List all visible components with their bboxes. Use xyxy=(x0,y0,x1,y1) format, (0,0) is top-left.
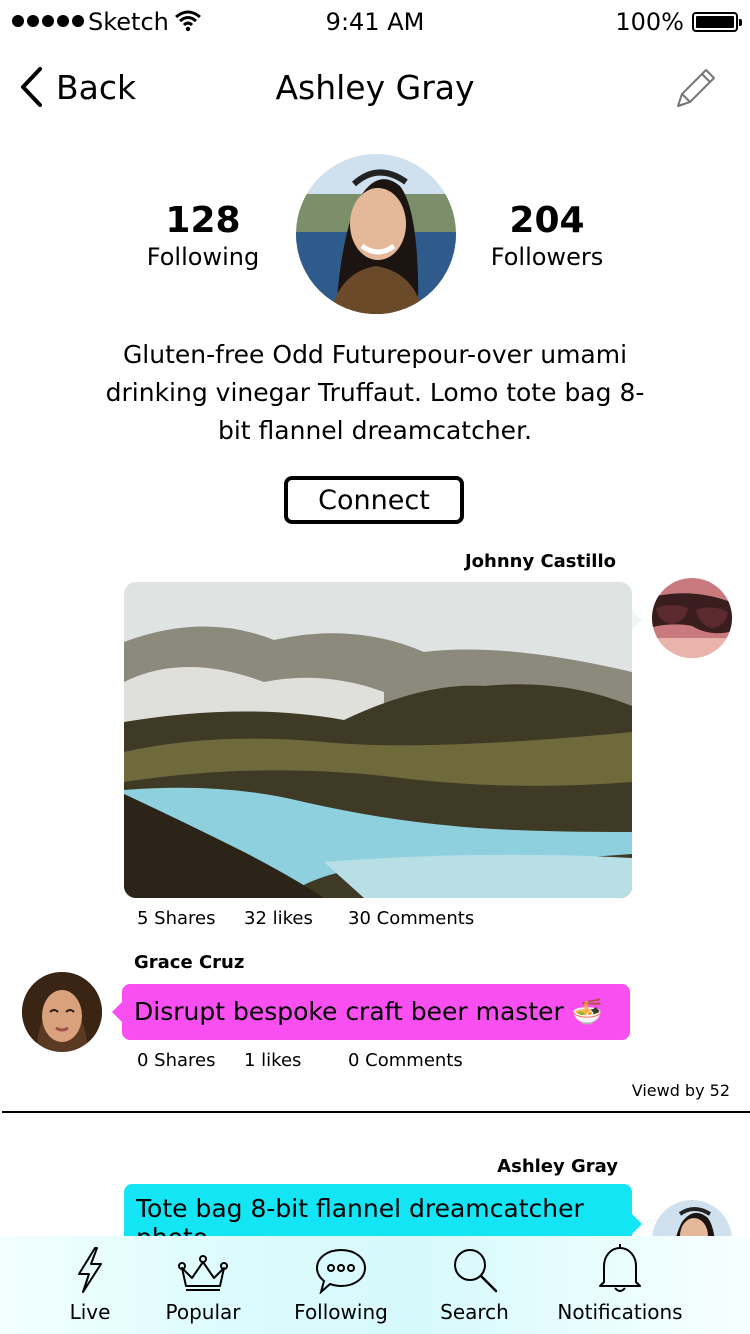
author-avatar[interactable] xyxy=(652,578,732,658)
battery-level xyxy=(696,16,734,28)
following-label: Following xyxy=(146,243,260,271)
post-author-name[interactable]: Johnny Castillo xyxy=(465,551,616,572)
post-author-name[interactable]: Grace Cruz xyxy=(134,952,244,973)
tab-notifications[interactable]: Notifications xyxy=(555,1236,685,1334)
message-bubble[interactable]: Disrupt bespoke craft beer master 🍜 xyxy=(122,984,630,1040)
post-comments[interactable]: 0 Comments xyxy=(348,1050,463,1071)
followers-label: Followers xyxy=(490,243,604,271)
author-avatar[interactable] xyxy=(22,972,102,1052)
tab-live[interactable]: Live xyxy=(50,1236,130,1334)
tab-popular[interactable]: Popular xyxy=(153,1236,253,1334)
tab-label: Notifications xyxy=(557,1300,683,1324)
followers-count: 204 xyxy=(509,200,585,241)
viewed-by-count: Viewd by 52 xyxy=(631,1081,730,1100)
post-photo[interactable] xyxy=(124,582,632,898)
message-text: Disrupt bespoke craft beer master 🍜 xyxy=(134,997,603,1026)
post-likes[interactable]: 1 likes xyxy=(244,1050,301,1071)
crown-icon xyxy=(178,1255,228,1291)
followers-stat[interactable]: 204 Followers xyxy=(447,200,647,272)
search-icon xyxy=(453,1249,497,1293)
battery-percentage: 100% xyxy=(615,8,684,36)
edit-pencil-icon[interactable] xyxy=(670,64,720,114)
tab-label: Popular xyxy=(165,1300,241,1324)
bell-icon xyxy=(599,1244,641,1292)
section-divider xyxy=(2,1111,750,1113)
chat-bubble-icon xyxy=(315,1248,367,1294)
tab-label: Live xyxy=(69,1300,111,1324)
bubble-tail xyxy=(112,1002,122,1022)
following-count: 128 xyxy=(165,200,241,241)
connect-button[interactable]: Connect xyxy=(284,476,464,524)
tab-search[interactable]: Search xyxy=(432,1236,517,1334)
post-likes[interactable]: 32 likes xyxy=(244,908,313,929)
profile-avatar xyxy=(296,154,456,314)
tab-label: Search xyxy=(440,1300,509,1324)
bubble-tail xyxy=(632,1214,642,1234)
status-bar: Sketch 9:41 AM 100% xyxy=(0,0,750,44)
bubble-tail xyxy=(632,610,642,630)
post-comments[interactable]: 30 Comments xyxy=(348,908,474,929)
tab-bar: Live Popular Following Search Notificati… xyxy=(0,1236,750,1334)
following-stat[interactable]: 128 Following xyxy=(103,200,303,272)
post-shares[interactable]: 5 Shares xyxy=(137,908,216,929)
tab-label: Following xyxy=(294,1300,388,1324)
profile-bio: Gluten-free Odd Futurepour-over umami dr… xyxy=(105,340,645,445)
tab-following[interactable]: Following xyxy=(281,1236,401,1334)
post-shares[interactable]: 0 Shares xyxy=(137,1050,216,1071)
lightning-icon xyxy=(78,1247,102,1293)
battery-icon xyxy=(692,12,742,32)
post-author-name[interactable]: Ashley Gray xyxy=(497,1156,618,1177)
page-title: Ashley Gray xyxy=(275,68,475,107)
